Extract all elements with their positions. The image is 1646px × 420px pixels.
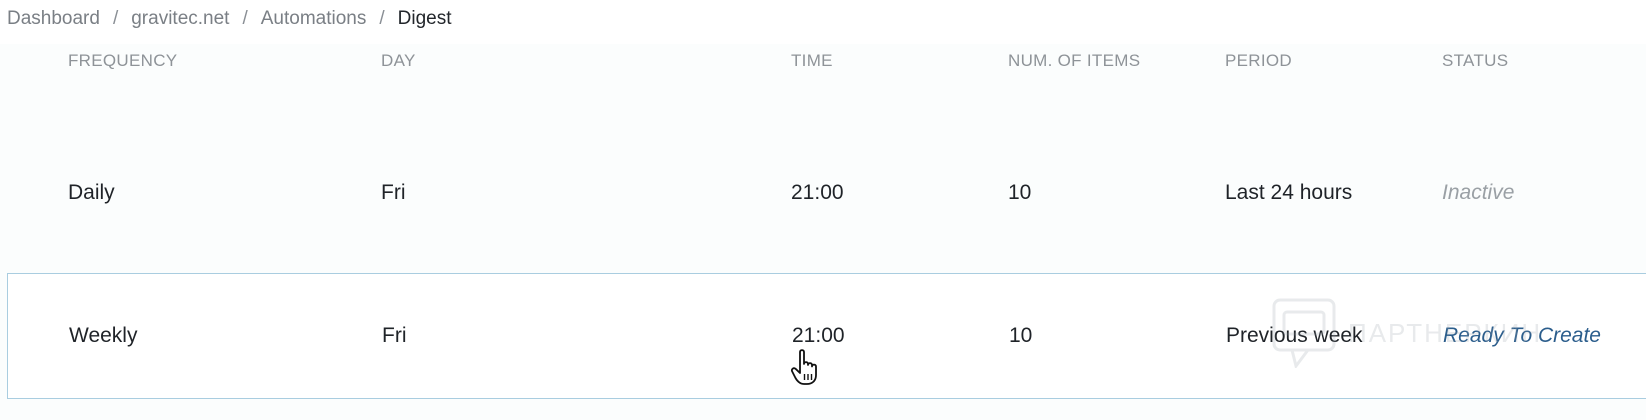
cell-frequency: Daily: [68, 181, 115, 204]
status-link-ready[interactable]: Ready To Create: [1443, 274, 1601, 398]
breadcrumb-current: Digest: [397, 8, 452, 29]
cell-period: Previous week: [1226, 324, 1363, 347]
breadcrumb-separator: /: [112, 8, 119, 29]
cell-frequency: Weekly: [69, 324, 138, 347]
header-frequency[interactable]: FREQUENCY: [68, 44, 177, 78]
cell-day: Fri: [382, 324, 407, 347]
table-row[interactable]: Daily Fri 21:00 10 Last 24 hours Inactiv…: [0, 128, 1646, 258]
cell-num-items: 10: [1008, 181, 1032, 204]
breadcrumb: Dashboard / gravitec.net / Automations /…: [7, 7, 452, 31]
table-header: FREQUENCY DAY TIME NUM. OF ITEMS PERIOD …: [0, 44, 1646, 78]
cell-time: 21:00: [791, 181, 844, 204]
cell-day: Fri: [381, 181, 406, 204]
breadcrumb-automations[interactable]: Automations: [261, 8, 367, 30]
header-time[interactable]: TIME: [791, 44, 833, 78]
header-status[interactable]: STATUS: [1442, 44, 1508, 78]
table-row-selected[interactable]: Weekly Fri 21:00 10 Previous week Ready …: [7, 273, 1646, 399]
header-num-items[interactable]: NUM. OF ITEMS: [1008, 44, 1140, 78]
cell-num-items: 10: [1009, 324, 1033, 347]
breadcrumb-site[interactable]: gravitec.net: [131, 8, 229, 30]
breadcrumb-separator: /: [242, 8, 248, 29]
cell-period: Last 24 hours: [1225, 181, 1353, 204]
breadcrumb-separator: /: [379, 8, 385, 29]
breadcrumb-dashboard[interactable]: Dashboard: [7, 8, 100, 30]
header-day[interactable]: DAY: [381, 44, 416, 78]
status-badge: Inactive: [1442, 181, 1515, 204]
hand-pointer-icon: [791, 349, 817, 385]
header-period[interactable]: PERIOD: [1225, 44, 1292, 78]
